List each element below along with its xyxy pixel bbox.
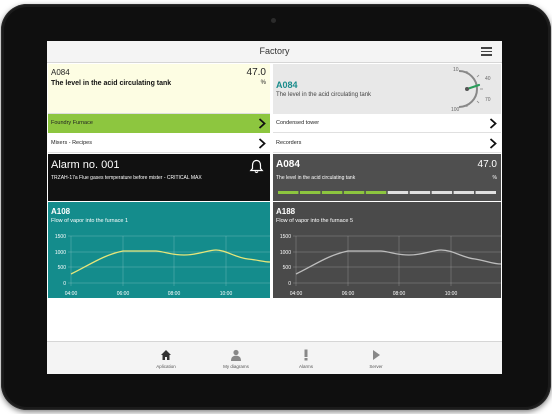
tile-unit: % [260,80,266,86]
home-icon [161,350,171,360]
person-icon [231,349,241,361]
series-line [295,249,501,275]
level-segment [453,191,475,194]
x-tick-label: 10:00 [220,291,233,297]
x-tick-label: 10:00 [445,291,458,297]
y-tick-label: 500 [283,265,292,271]
play-icon [373,350,380,360]
tile-code: A084 [51,68,70,77]
tile-a084-value[interactable]: A084 47.0 % The level in the acid circul… [48,64,270,114]
y-tick-label: 1000 [280,250,291,256]
chart-tile-a108[interactable]: A108 Flow of vapor into the furnace 1 15… [48,202,270,298]
x-tick-label: 06:00 [342,291,355,297]
chart-code: A108 [51,207,71,216]
chevron-right-icon [258,138,266,149]
tile-a084-gauge[interactable]: A084 The level in the acid circulating t… [273,64,501,114]
y-tick-label: 500 [58,265,67,271]
alarm-title: Alarm no. 001 [51,159,120,171]
tab-alarms[interactable]: Alarms [271,342,341,374]
chevron-right-icon [489,118,497,129]
tile-description: The level in the acid circulating tank [276,175,356,181]
level-segment [431,191,453,194]
tab-label: Aplication [156,364,176,369]
tile-description: The level in the acid circulating tank [276,92,372,98]
tab-label: Server [369,364,383,369]
camera-dot [271,18,276,23]
line-chart: 1500 1000 500 0 04:00 06:00 08:00 10:00 [55,234,270,297]
level-segment [387,191,409,194]
y-tick-label: 1000 [55,250,66,256]
chart-description: Flow of vapor into the furnace 5 [276,218,354,224]
chart-description: Flow of vapor into the furnace 1 [51,218,129,224]
y-tick-label: 0 [63,281,66,287]
tile-code: A084 [276,159,300,170]
nav-foundry-furnace[interactable]: Foundry Furnace [48,114,270,133]
bell-icon [249,159,264,174]
app-screen: Factory A084 47.0 % The level in the aci… [47,41,502,374]
nav-recorders[interactable]: Recorders [273,134,501,153]
nav-label: Mixers - Recipes [51,140,92,146]
tile-a084-level[interactable]: A084 47.0 The level in the acid circulat… [273,154,501,201]
x-tick-label: 04:00 [65,291,78,297]
line-chart: 1500 1000 500 0 04:00 06:00 08:00 10:00 [280,234,501,297]
chart-tile-a188[interactable]: A188 Flow of vapor into the furnace 5 15… [273,202,501,298]
app-header: Factory [47,41,502,63]
chevron-right-icon [489,138,497,149]
tab-server[interactable]: Server [341,342,411,374]
hamburger-menu-icon[interactable] [481,47,492,56]
level-segment [365,191,387,194]
chart-code: A188 [276,207,296,216]
y-tick-label: 1500 [55,234,66,240]
nav-label: Condensed tower [276,120,320,126]
x-tick-label: 08:00 [168,291,181,297]
level-segment [321,191,343,194]
alarm-description: TRZAH-17a Flue gases temperature before … [51,175,202,181]
level-progress-bar [278,191,496,194]
nav-mixers-recipes[interactable]: Mixers - Recipes [48,134,270,153]
tile-value: 47.0 [246,67,266,78]
tile-alarm[interactable]: Alarm no. 001 TRZAH-17a Flue gases tempe… [48,154,270,201]
gauge-tick-label: 10 [453,67,459,73]
level-segment [343,191,365,194]
exclamation-icon [304,349,308,361]
x-tick-label: 06:00 [117,291,130,297]
level-segment [299,191,321,194]
tab-label: Alarms [298,364,313,369]
nav-label: Recorders [276,140,302,146]
nav-condensed-tower[interactable]: Condensed tower [273,114,501,133]
y-tick-label: 0 [288,281,291,287]
level-segment [475,191,496,194]
gauge-tick-label: 40 [485,76,491,82]
tile-description: The level in the acid circulating tank [51,80,172,87]
tab-aplication[interactable]: Aplication [131,342,201,374]
tile-code: A084 [276,80,298,90]
gauge-tick-label: 70 [485,97,491,103]
series-line [70,249,270,275]
y-tick-label: 1500 [280,234,291,240]
gauge-widget: 10 40 70 100 [451,67,491,113]
x-tick-label: 08:00 [393,291,406,297]
nav-label: Foundry Furnace [51,120,93,126]
tile-unit: % [492,175,497,181]
tab-label: My diagrams [223,364,249,369]
gauge-tick-label: 100 [451,107,460,113]
tile-value: 47.0 [477,159,497,170]
chevron-right-icon [258,118,266,129]
x-tick-label: 04:00 [290,291,303,297]
bottom-tab-bar: Aplication My diagrams Alarms Server [47,341,502,374]
level-segment [409,191,431,194]
tab-my-diagrams[interactable]: My diagrams [201,342,271,374]
page-title: Factory [259,46,290,56]
level-segment [278,191,299,194]
